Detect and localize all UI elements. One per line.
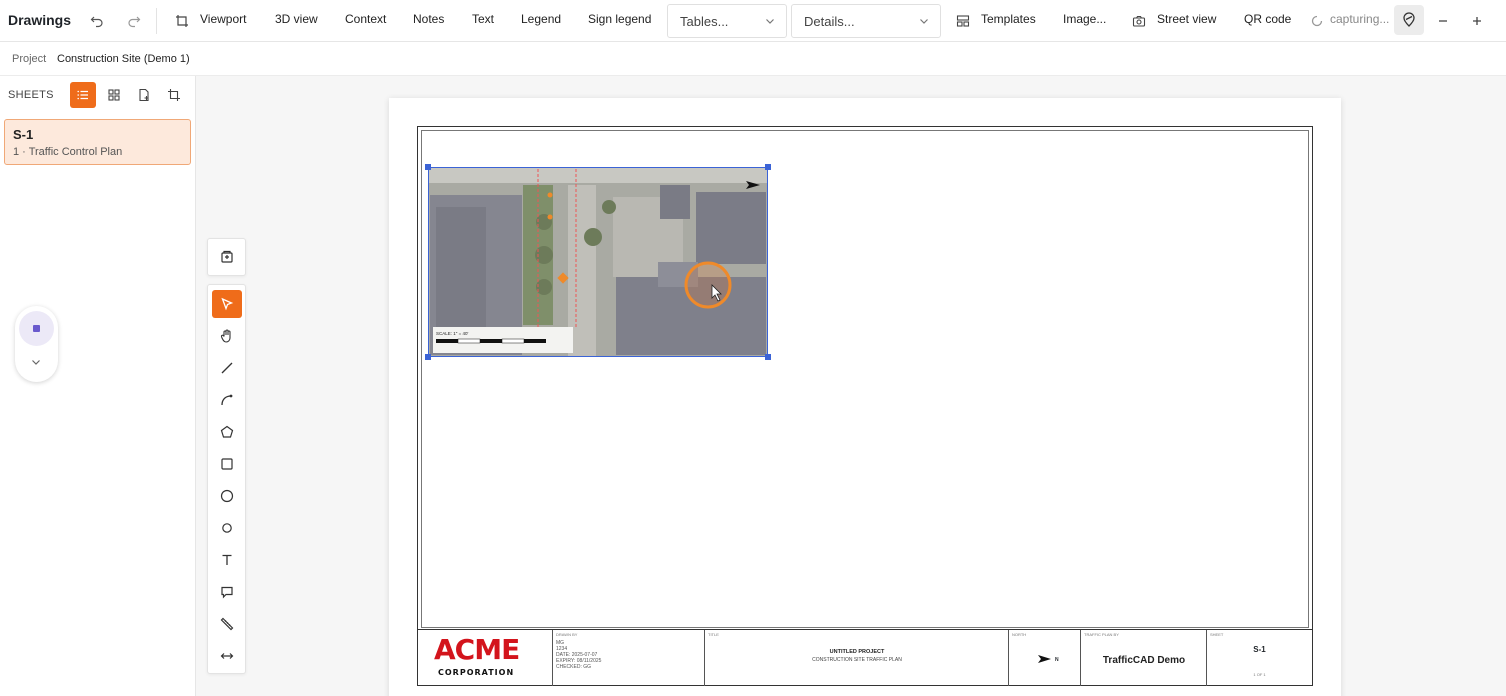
logo-cell: ACME CORPORATION [418, 630, 553, 686]
3d-view-button[interactable]: 3D view [275, 12, 318, 26]
sheet-name: 1 · Traffic Control Plan [13, 146, 123, 158]
north-arrow-icon [1038, 655, 1051, 663]
redo-icon[interactable] [124, 11, 144, 31]
tables-dropdown[interactable]: Tables... [667, 4, 787, 38]
title-block: ACME CORPORATION DRAWN BY MG 1234 DATE: … [418, 629, 1312, 686]
layer-indicator[interactable] [19, 311, 54, 346]
sheet-caption: SHEET [1210, 632, 1224, 637]
drawn-by-cell: DRAWN BY MG 1234 DATE: 2025-07-07 EXPIRY… [553, 630, 705, 686]
curve-tool[interactable] [212, 386, 242, 414]
project-name[interactable]: Construction Site (Demo 1) [57, 53, 190, 65]
app-title: Drawings [8, 12, 72, 28]
drawn-line: CHECKED: GG [556, 664, 592, 670]
drawing-tools [207, 284, 246, 674]
pentagon-icon [220, 425, 234, 438]
square-icon [221, 458, 233, 470]
pan-tool[interactable] [212, 322, 242, 350]
north-caption: NORTH [1012, 632, 1027, 637]
context-button[interactable]: Context [345, 12, 386, 26]
text-icon [222, 554, 232, 565]
sheet-border: SCALE: 1" = 40' ACME CORPORATION DRAWN B… [417, 126, 1313, 686]
sheet-code: S-1 [13, 127, 34, 142]
spinner-icon [1310, 11, 1324, 31]
crop-sheet-icon[interactable] [161, 82, 187, 108]
chevron-down-icon[interactable] [30, 356, 42, 371]
pointer-icon [221, 297, 234, 311]
callout-tool[interactable] [212, 578, 242, 606]
project-label: Project [12, 53, 47, 65]
sign-legend-button[interactable]: Sign legend [588, 12, 651, 26]
undo-icon[interactable] [87, 11, 107, 31]
text-button[interactable]: Text [472, 12, 494, 26]
details-dropdown-value: Details... [804, 14, 855, 29]
sheet-number: S-1 [1253, 645, 1266, 654]
polygon-tool[interactable] [212, 418, 242, 446]
notes-button[interactable]: Notes [413, 12, 444, 26]
snapshot-icon [220, 250, 233, 263]
measure-tool[interactable] [212, 610, 242, 638]
zoom-in-icon[interactable] [1467, 11, 1487, 31]
drawing-canvas[interactable]: SCALE: 1" = 40' ACME CORPORATION DRAWN B… [196, 76, 1506, 696]
grid-view-icon[interactable] [101, 82, 127, 108]
project-bar: Project Construction Site (Demo 1) [0, 42, 1506, 76]
line-tool[interactable] [212, 354, 242, 382]
chevron-down-icon [918, 15, 930, 27]
text-tool[interactable] [212, 546, 242, 574]
top-toolbar: Drawings Viewport 3D view Context Notes … [0, 0, 1506, 42]
sheet-number-cell: SHEET S-1 1 OF 1 [1207, 630, 1312, 686]
street-view-button[interactable]: Street view [1157, 12, 1216, 26]
templates-icon [953, 11, 973, 31]
small-circle-icon [222, 523, 232, 533]
ellipse-tool[interactable] [212, 514, 242, 542]
layer-toggle-pill[interactable] [15, 306, 58, 382]
dimension-tool[interactable] [212, 642, 242, 670]
sheets-sidebar: SHEETS S-1 1 · Traffic Control Plan [0, 76, 196, 696]
capturing-status: capturing... [1330, 12, 1390, 26]
tables-dropdown-value: Tables... [680, 14, 729, 29]
sheets-heading: SHEETS [8, 89, 54, 101]
dimension-arrow-icon [220, 653, 234, 659]
viewport-button[interactable]: Viewport [200, 12, 246, 26]
rectangle-tool[interactable] [212, 450, 242, 478]
select-tool[interactable] [212, 290, 242, 318]
snapshot-button[interactable] [207, 238, 246, 276]
zoom-out-icon[interactable] [1433, 11, 1453, 31]
add-sheet-icon[interactable] [131, 82, 157, 108]
title-caption: TITLE [708, 632, 719, 637]
camera-icon [1129, 11, 1149, 31]
image-button[interactable]: Image... [1063, 12, 1106, 26]
north-cell: NORTH N [1009, 630, 1081, 686]
circle-tool[interactable] [212, 482, 242, 510]
selection-handles[interactable] [425, 164, 773, 362]
location-pin-icon[interactable] [1394, 5, 1424, 35]
details-dropdown[interactable]: Details... [791, 4, 941, 38]
project-title: UNTITLED PROJECT [829, 649, 885, 655]
sheet-of: 1 OF 1 [1253, 672, 1266, 677]
ruler-icon [220, 617, 234, 631]
north-letter: N [1055, 657, 1059, 663]
curve-icon [221, 394, 233, 406]
crop-icon [172, 11, 192, 31]
chevron-down-icon [764, 15, 776, 27]
qr-code-button[interactable]: QR code [1244, 12, 1291, 26]
acme-logo: ACME [434, 633, 520, 666]
plan-caption: TRAFFIC PLAN BY [1084, 632, 1119, 637]
company-cell: TRAFFIC PLAN BY TrafficCAD Demo [1081, 630, 1207, 686]
speech-bubble-icon [221, 586, 233, 599]
list-view-icon[interactable] [70, 82, 96, 108]
acme-logo-sub: CORPORATION [438, 668, 515, 677]
templates-button[interactable]: Templates [981, 12, 1036, 26]
legend-button[interactable]: Legend [521, 12, 561, 26]
circle-icon [220, 489, 234, 503]
title-cell: TITLE UNTITLED PROJECT CONSTRUCTION SITE… [705, 630, 1009, 686]
drawn-by-caption: DRAWN BY [556, 632, 578, 637]
company-name: TrafficCAD Demo [1102, 655, 1186, 666]
line-icon [221, 362, 233, 374]
project-subtitle: CONSTRUCTION SITE TRAFFIC PLAN [812, 657, 902, 663]
hand-icon [220, 329, 231, 343]
sheet-paper: SCALE: 1" = 40' ACME CORPORATION DRAWN B… [389, 98, 1341, 696]
sheet-item-s1[interactable]: S-1 1 · Traffic Control Plan [4, 119, 191, 165]
